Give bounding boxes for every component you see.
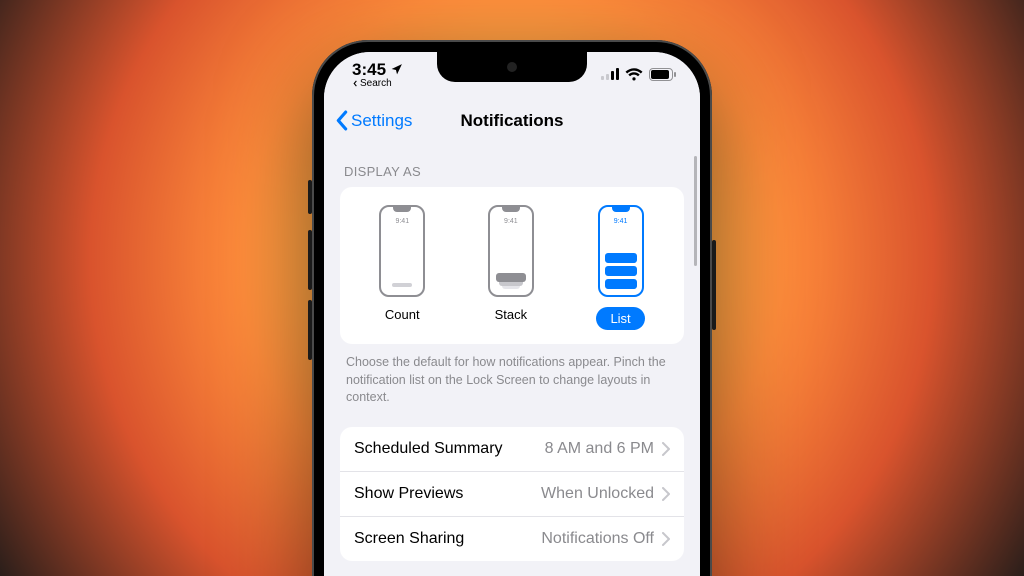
option-label-count: Count — [385, 307, 420, 322]
status-back-label: Search — [360, 78, 392, 89]
chevron-right-icon — [662, 532, 670, 546]
row-value: When Unlocked — [541, 485, 654, 503]
display-option-stack[interactable]: 9:41 Stack — [488, 205, 534, 330]
option-label-stack: Stack — [495, 307, 528, 322]
phone-frame: 3:45 Search — [312, 40, 712, 576]
content: DISPLAY AS 9:41 Count 9:4 — [324, 146, 700, 576]
status-back-to-app[interactable]: Search — [352, 78, 403, 89]
preview-phone-count: 9:41 — [379, 205, 425, 297]
row-show-previews[interactable]: Show Previews When Unlocked — [340, 472, 684, 517]
chevron-right-icon — [662, 442, 670, 456]
preview-time: 9:41 — [600, 218, 642, 225]
status-time-text: 3:45 — [352, 60, 386, 80]
row-value: Notifications Off — [541, 530, 654, 548]
display-option-count[interactable]: 9:41 Count — [379, 205, 425, 330]
nav-bar: Settings Notifications — [324, 96, 700, 146]
nav-back-label: Settings — [351, 111, 412, 131]
location-icon — [390, 63, 403, 76]
display-option-list[interactable]: 9:41 List — [596, 205, 644, 330]
nav-title: Notifications — [461, 111, 564, 131]
display-as-card: 9:41 Count 9:41 Stack — [340, 187, 684, 344]
battery-icon — [649, 68, 676, 81]
preview-phone-list: 9:41 — [598, 205, 644, 297]
status-time: 3:45 — [352, 60, 403, 80]
chevron-right-icon — [662, 487, 670, 501]
screen: 3:45 Search — [324, 52, 700, 576]
scrollbar[interactable] — [694, 156, 697, 266]
row-label: Scheduled Summary — [354, 440, 503, 458]
preview-phone-stack: 9:41 — [488, 205, 534, 297]
row-screen-sharing[interactable]: Screen Sharing Notifications Off — [340, 517, 684, 561]
preview-time: 9:41 — [381, 218, 423, 225]
notch — [437, 52, 587, 82]
power-button — [712, 240, 716, 330]
nav-back-button[interactable]: Settings — [336, 110, 412, 131]
display-as-help: Choose the default for how notifications… — [340, 344, 684, 427]
volume-down-button — [308, 300, 312, 360]
status-right — [601, 68, 676, 81]
status-left: 3:45 Search — [352, 60, 403, 89]
section-header-display-as: DISPLAY AS — [340, 146, 684, 187]
preview-time: 9:41 — [490, 218, 532, 225]
display-as-options: 9:41 Count 9:41 Stack — [340, 187, 684, 344]
volume-up-button — [308, 230, 312, 290]
row-label: Screen Sharing — [354, 530, 464, 548]
wifi-icon — [625, 68, 643, 81]
mute-switch — [308, 180, 312, 214]
cellular-icon — [601, 68, 619, 80]
row-value: 8 AM and 6 PM — [545, 440, 654, 458]
chevron-left-icon — [336, 110, 349, 131]
caret-left-icon — [352, 80, 359, 87]
row-scheduled-summary[interactable]: Scheduled Summary 8 AM and 6 PM — [340, 427, 684, 472]
option-label-list: List — [596, 307, 644, 330]
row-label: Show Previews — [354, 485, 463, 503]
settings-list: Scheduled Summary 8 AM and 6 PM Show Pre… — [340, 427, 684, 561]
